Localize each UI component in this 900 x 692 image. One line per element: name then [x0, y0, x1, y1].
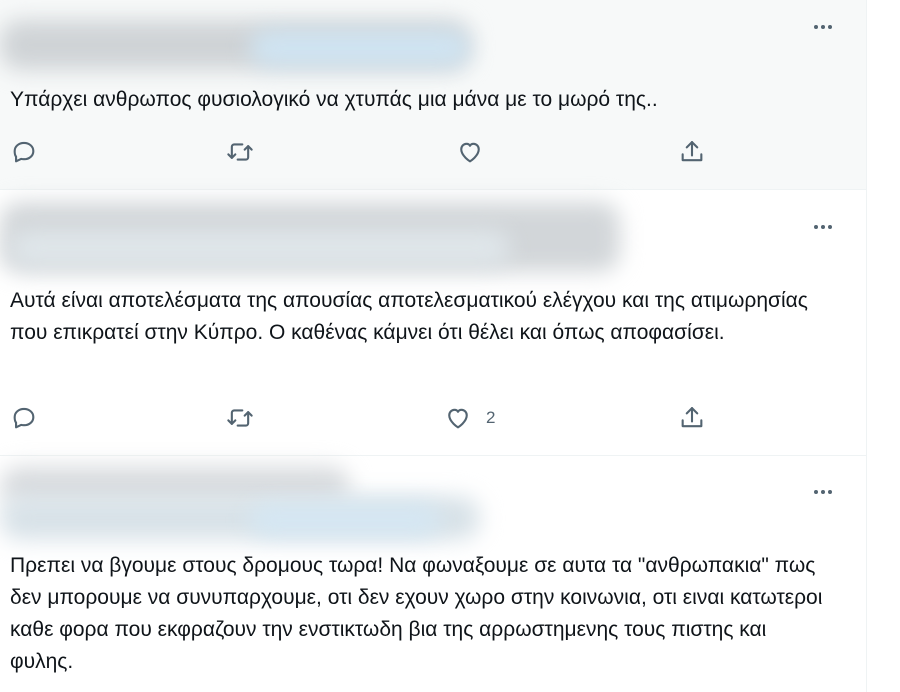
retweet-icon [227, 143, 253, 161]
like-count: 2 [486, 408, 496, 427]
tweet-text: Υπάρχει ανθρωπος φυσιολογικό να χτυπάς μ… [10, 88, 658, 111]
reply-icon [13, 407, 35, 429]
reply-button[interactable] [10, 138, 38, 166]
tweet-text: Αυτά είναι αποτελέσματα της απουσίας απο… [10, 289, 814, 344]
retweet-button[interactable] [226, 138, 254, 166]
like-button[interactable]: 2 [444, 404, 495, 432]
reply-icon [13, 141, 35, 163]
more-options-button[interactable] [810, 17, 836, 37]
more-options-button[interactable] [810, 482, 836, 502]
heart-icon [448, 408, 468, 429]
tweet-actions: 2 [0, 404, 866, 434]
share-icon [681, 141, 703, 162]
retweet-button[interactable] [226, 404, 254, 432]
share-icon [681, 407, 703, 428]
tweet-2[interactable]: Αυτά είναι αποτελέσματα της απουσίας απο… [0, 190, 866, 456]
heart-icon [460, 142, 480, 163]
tweet-1[interactable]: Υπάρχει ανθρωπος φυσιολογικό να χτυπάς μ… [0, 0, 866, 190]
reply-button[interactable] [10, 404, 38, 432]
tweet-actions [0, 138, 866, 168]
more-options-button[interactable] [810, 217, 836, 237]
retweet-icon [227, 409, 253, 427]
share-button[interactable] [678, 404, 706, 432]
tweet-text: Πρεπει να βγουμε στους δρομους τωρα! Να … [10, 554, 829, 673]
right-gutter [867, 0, 900, 692]
like-button[interactable] [456, 138, 484, 166]
tweet-3[interactable]: Πρεπει να βγουμε στους δρομους τωρα! Να … [0, 456, 866, 692]
share-button[interactable] [678, 138, 706, 166]
timeline: Υπάρχει ανθρωπος φυσιολογικό να χτυπάς μ… [0, 0, 867, 692]
